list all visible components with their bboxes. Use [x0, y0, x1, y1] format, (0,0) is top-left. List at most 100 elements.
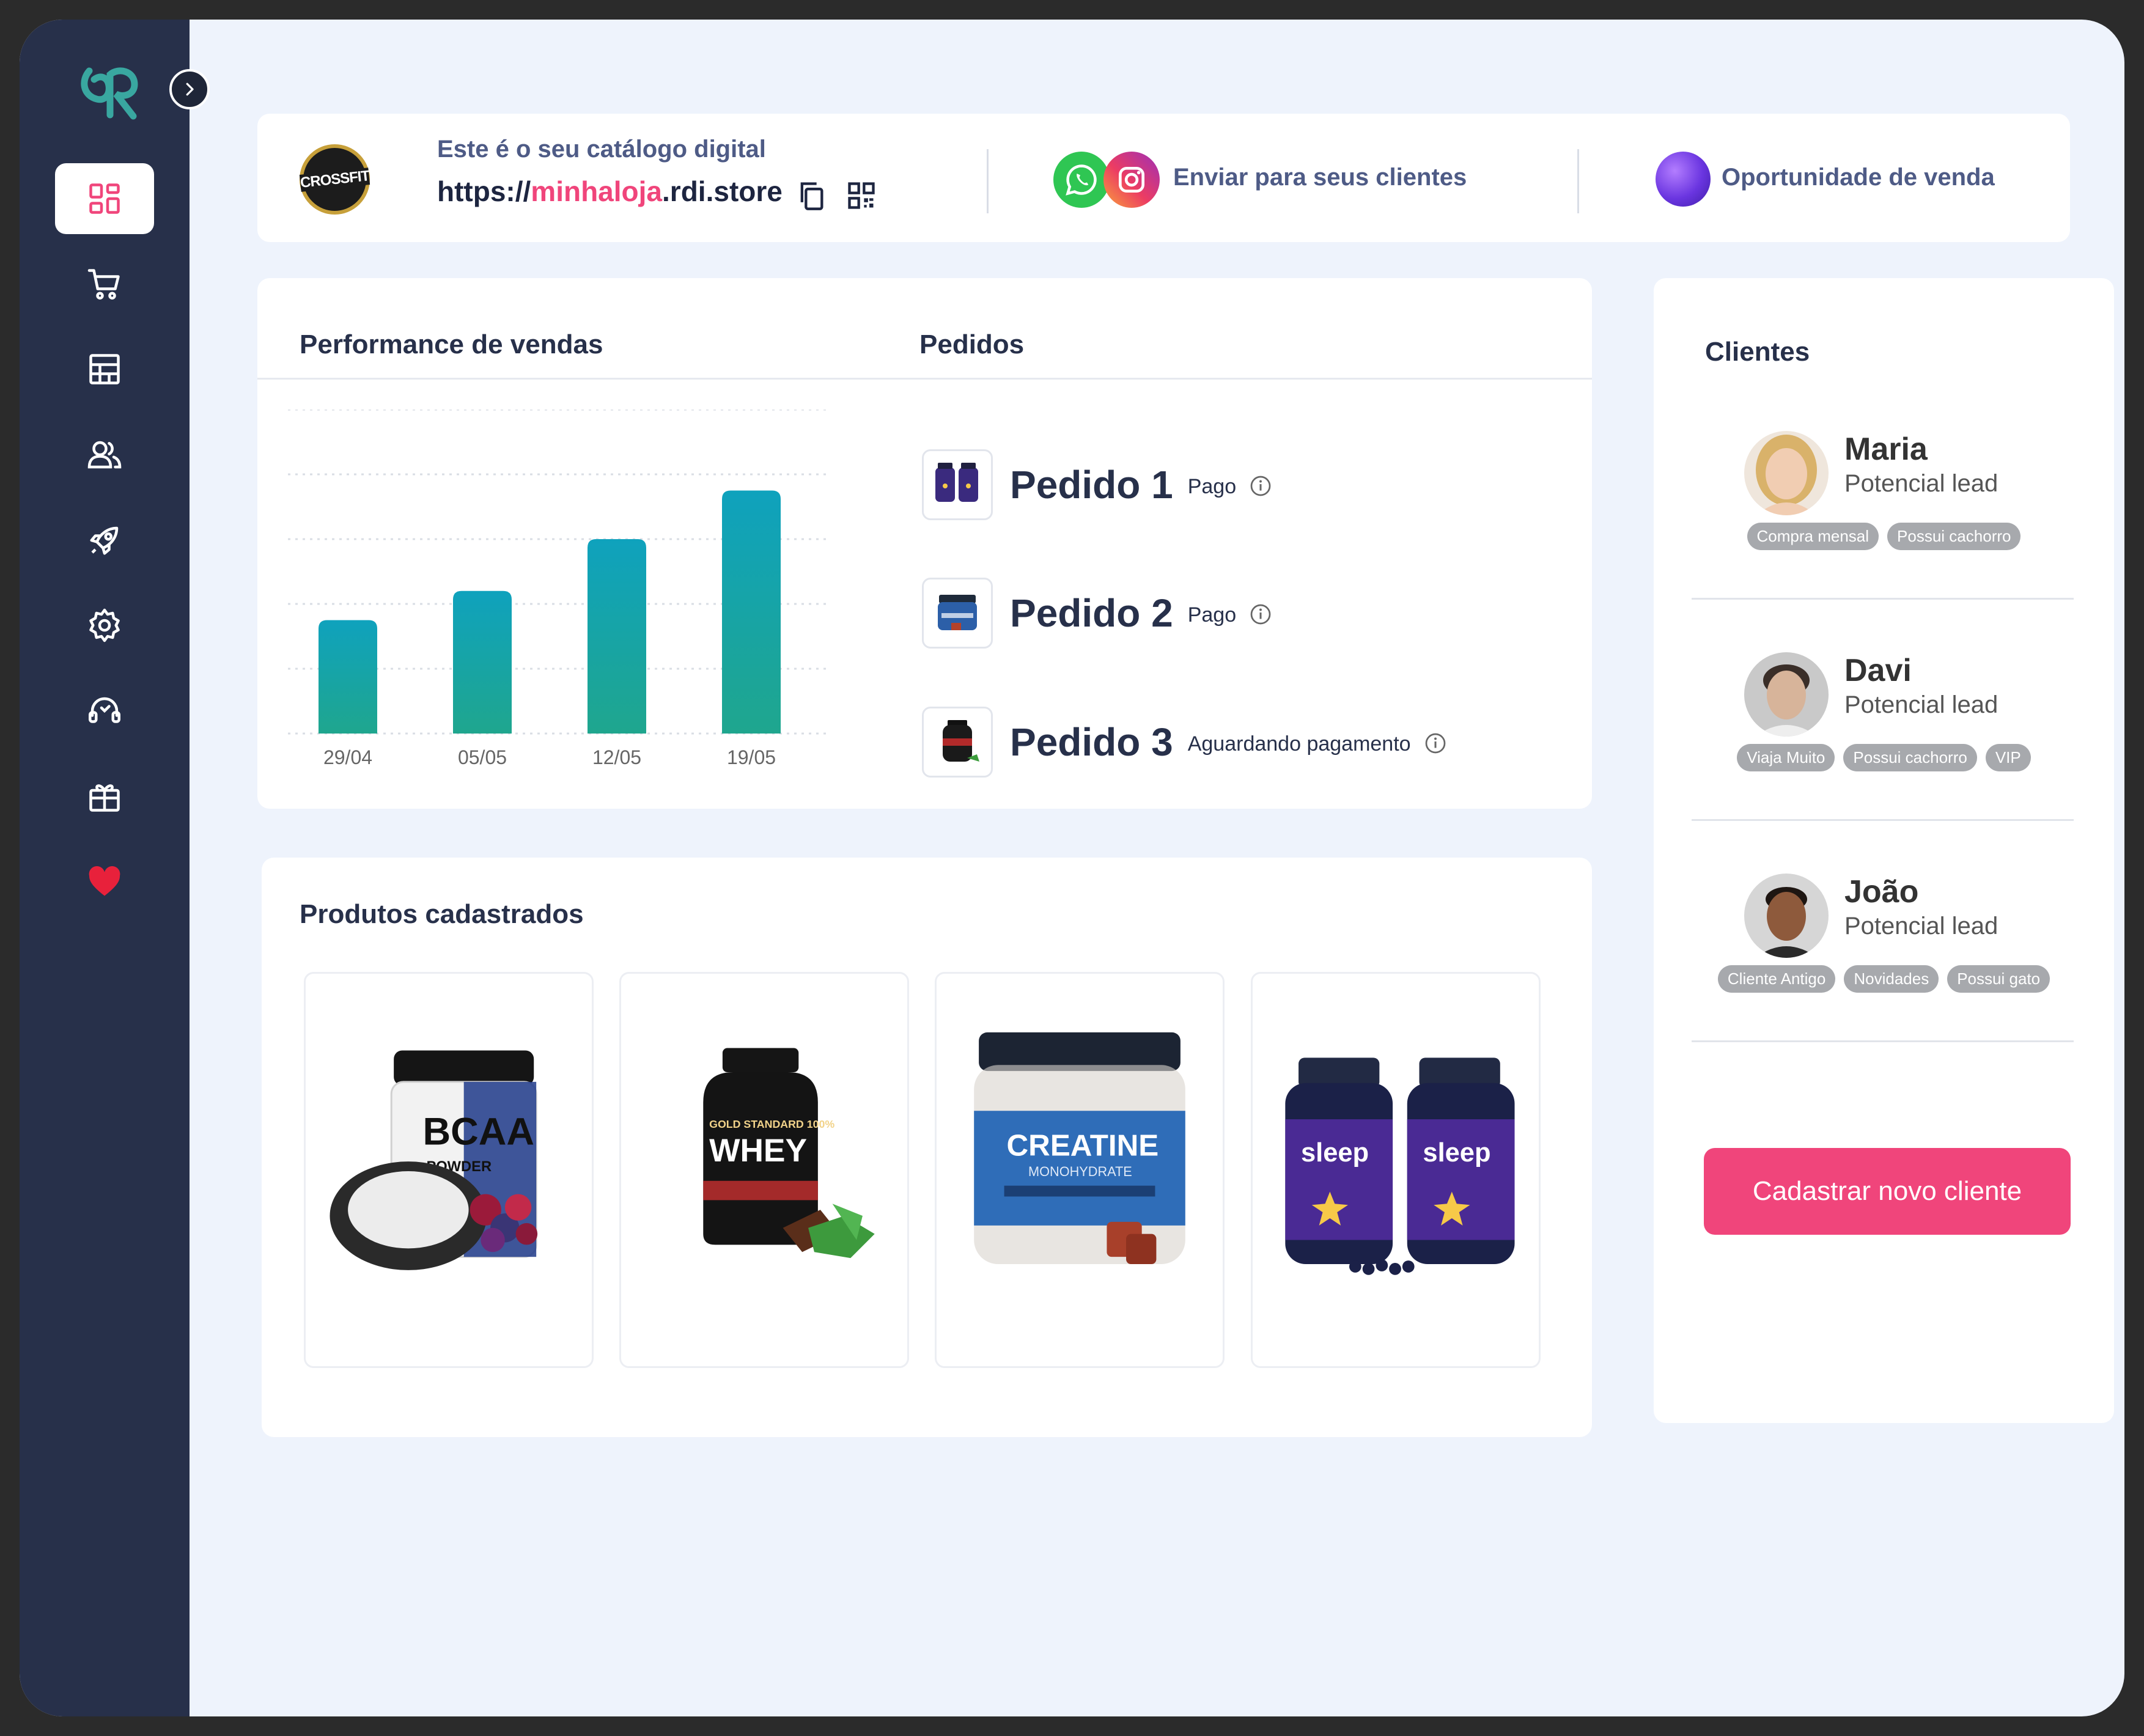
avatar — [1744, 874, 1829, 958]
x-tick-label: 05/05 — [458, 746, 507, 768]
performance-title: Performance de vendas — [300, 329, 603, 359]
info-icon[interactable] — [1250, 603, 1272, 625]
nav-cart[interactable] — [55, 249, 154, 320]
client-item[interactable]: Davi Potencial lead Viaja Muito Possui c… — [1654, 616, 2114, 823]
url-suffix: .rdi.store — [662, 175, 783, 207]
product-image: CREATINE MONOHYDRATE — [974, 1032, 1185, 1265]
product-label: BCAA — [423, 1111, 534, 1153]
cart-icon — [87, 269, 120, 300]
client-separator — [1692, 1040, 2074, 1042]
client-tag: VIP — [1985, 744, 2031, 771]
brand-logo — [76, 59, 144, 127]
product-image: sleep sleep — [1285, 1057, 1515, 1275]
products-card: Produtos cadastrados BCAA POWDER GOLD ST… — [262, 858, 1592, 1437]
client-name: Maria — [1844, 432, 1928, 467]
nav-gifts[interactable] — [55, 761, 154, 832]
nav-store[interactable] — [55, 334, 154, 405]
header-divider — [1577, 149, 1579, 213]
order-thumbnail — [922, 707, 993, 778]
x-tick-label: 29/04 — [323, 746, 372, 768]
product-image: BCAA POWDER — [330, 1050, 538, 1270]
store-icon — [89, 354, 120, 384]
header-divider — [987, 149, 989, 213]
order-status: Pago — [1187, 603, 1237, 627]
nav-support[interactable] — [55, 675, 154, 746]
order-name: Pedido 3 — [1010, 720, 1173, 764]
gear-icon — [89, 608, 120, 642]
orders-title: Pedidos — [919, 329, 1025, 359]
gift-icon — [89, 784, 120, 812]
order-thumbnail — [922, 449, 993, 520]
client-separator — [1692, 819, 2074, 821]
chart-bar[interactable] — [319, 620, 377, 734]
order-row[interactable]: Pedido 1 Pago — [922, 448, 1272, 521]
sales-bar-chart: 29/04 05/05 12/05 19/05 — [288, 410, 826, 768]
client-tag: Cliente Antigo — [1717, 965, 1836, 993]
chart-bar[interactable] — [588, 539, 646, 734]
avatar — [1744, 431, 1829, 515]
client-role: Potencial lead — [1844, 913, 1998, 940]
client-name: João — [1844, 874, 1919, 910]
card-divider — [257, 378, 1592, 380]
heart-icon — [89, 866, 120, 896]
sidebar — [20, 20, 210, 1716]
clients-card: Clientes Maria Potencial lead Compra men… — [1654, 278, 2114, 1423]
info-icon[interactable] — [1424, 732, 1446, 754]
url-store-name: minhaloja — [531, 175, 663, 207]
nav-settings[interactable] — [55, 590, 154, 661]
client-name: Davi — [1844, 653, 1912, 688]
headset-icon — [89, 697, 120, 723]
product-tile[interactable]: CREATINE MONOHYDRATE — [935, 972, 1225, 1368]
client-item[interactable]: João Potencial lead Cliente Antigo Novid… — [1654, 837, 2114, 1045]
store-avatar: CROSSFIT — [299, 144, 370, 215]
clients-title: Clientes — [1705, 337, 1810, 367]
chevron-right-icon — [186, 83, 194, 96]
info-icon[interactable] — [1250, 475, 1272, 497]
send-to-clients-link[interactable]: Enviar para seus clientes — [1173, 164, 1467, 191]
store-avatar-label: CROSSFIT — [299, 167, 370, 192]
nav-customers[interactable] — [55, 419, 154, 490]
catalog-title: Este é o seu catálogo digital — [437, 136, 766, 163]
product-label: CREATINE — [1007, 1128, 1159, 1162]
client-separator — [1692, 598, 2074, 600]
product-tile[interactable]: BCAA POWDER — [304, 972, 594, 1368]
client-role: Potencial lead — [1844, 691, 1998, 718]
avatar — [1744, 652, 1829, 737]
copy-icon[interactable] — [795, 180, 827, 211]
client-tags: Viaja Muito Possui cachorro VIP — [1654, 744, 2114, 771]
client-item[interactable]: Maria Potencial lead Compra mensal Possu… — [1654, 394, 2114, 602]
rocket-icon — [90, 526, 119, 555]
order-name: Pedido 1 — [1010, 463, 1173, 507]
product-sublabel: GOLD STANDARD 100% — [709, 1118, 834, 1130]
qr-code-icon[interactable] — [845, 180, 877, 211]
add-client-button[interactable]: Cadastrar novo cliente — [1704, 1148, 2071, 1235]
instagram-icon[interactable] — [1103, 152, 1160, 208]
sales-opportunity-link[interactable]: Oportunidade de venda — [1722, 164, 1995, 191]
client-tag: Possui cachorro — [1843, 744, 1977, 771]
order-status: Pago — [1187, 474, 1237, 498]
x-tick-label: 12/05 — [592, 746, 641, 768]
client-tag: Novidades — [1844, 965, 1939, 993]
client-tag: Compra mensal — [1747, 523, 1879, 550]
nav-favorites[interactable] — [55, 847, 154, 918]
x-tick-label: 19/05 — [727, 746, 776, 768]
catalog-url-link[interactable]: https://minhaloja.rdi.store — [437, 175, 783, 208]
client-tags: Compra mensal Possui cachorro — [1654, 523, 2114, 550]
products-title: Produtos cadastrados — [300, 899, 584, 929]
users-icon — [87, 441, 122, 469]
whatsapp-icon[interactable] — [1053, 152, 1110, 208]
product-label: sleep — [1423, 1138, 1490, 1168]
order-thumbnail — [922, 578, 993, 649]
nav-launch[interactable] — [55, 505, 154, 576]
order-row[interactable]: Pedido 2 Pago — [922, 576, 1272, 650]
sidebar-toggle-button[interactable] — [169, 69, 210, 109]
dashboard-icon — [89, 183, 120, 214]
chart-bar[interactable] — [453, 590, 512, 734]
product-tile[interactable]: GOLD STANDARD 100% WHEY — [619, 972, 909, 1368]
product-tile[interactable]: sleep sleep — [1251, 972, 1541, 1368]
performance-orders-card: Performance de vendas Pedidos 29/04 05/05… — [257, 278, 1592, 809]
order-row[interactable]: Pedido 3 Aguardando pagamento — [922, 705, 1446, 779]
product-label: WHEY — [709, 1133, 807, 1169]
chart-bar[interactable] — [722, 490, 781, 734]
nav-dashboard[interactable] — [55, 163, 154, 234]
